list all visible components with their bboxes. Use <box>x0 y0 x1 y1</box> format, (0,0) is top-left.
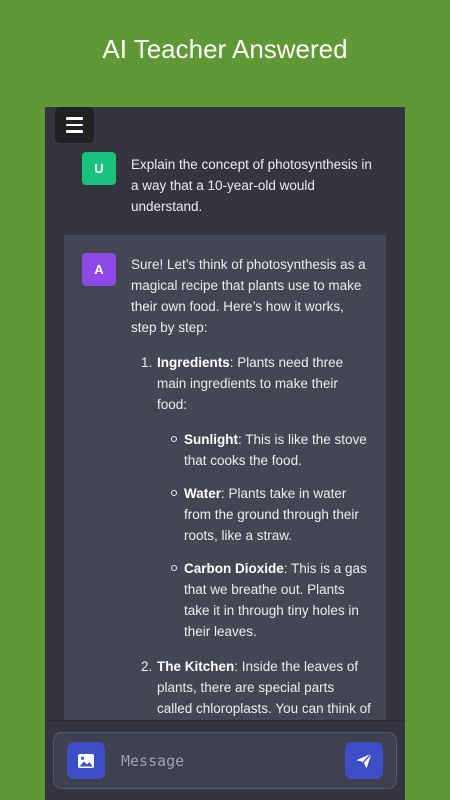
assistant-message-text: Sure! Let’s think of photosynthesis as a… <box>131 254 371 775</box>
attach-image-button[interactable] <box>67 742 105 779</box>
composer-bar <box>45 720 405 800</box>
list-item: Water: Plants take in water from the gro… <box>157 483 371 546</box>
step-number: 2. <box>141 659 153 674</box>
assistant-avatar: A <box>82 253 116 286</box>
menu-button[interactable] <box>55 107 94 143</box>
bullet-icon <box>171 565 177 571</box>
user-message-text: Explain the concept of photosynthesis in… <box>131 157 372 214</box>
step-number: 1. <box>141 355 153 370</box>
step-title: The Kitchen <box>157 659 235 674</box>
chat-screen: U Explain the concept of photosynthesis … <box>45 107 405 800</box>
assistant-message: A Sure! Let’s think of photosynthesis as… <box>64 235 386 758</box>
item-title: Water <box>184 486 222 501</box>
image-icon <box>78 753 94 768</box>
page-title: AI Teacher Answered <box>102 34 348 64</box>
steps-list: 1. Ingredients: Plants need three main i… <box>131 352 371 761</box>
hamburger-icon <box>66 117 83 120</box>
list-item: 1. Ingredients: Plants need three main i… <box>131 352 371 642</box>
bullet-icon <box>171 436 177 442</box>
send-button[interactable] <box>345 742 383 779</box>
hamburger-icon-line <box>66 130 83 133</box>
item-title: Sunlight <box>184 432 238 447</box>
composer <box>53 732 397 789</box>
item-title: Carbon Dioxide <box>184 561 284 576</box>
send-icon <box>356 752 372 768</box>
bullet-icon <box>171 490 177 496</box>
message-input[interactable] <box>121 747 326 775</box>
list-item: Sunlight: This is like the stove that co… <box>157 429 371 471</box>
user-message: U Explain the concept of photosynthesis … <box>45 152 405 222</box>
user-avatar: U <box>82 152 116 185</box>
ingredients-list: Sunlight: This is like the stove that co… <box>157 429 371 642</box>
hamburger-icon-line <box>66 123 83 127</box>
step-title: Ingredients <box>157 355 230 370</box>
assistant-intro: Sure! Let’s think of photosynthesis as a… <box>131 257 366 335</box>
list-item: Carbon Dioxide: This is a gas that we br… <box>157 558 371 642</box>
